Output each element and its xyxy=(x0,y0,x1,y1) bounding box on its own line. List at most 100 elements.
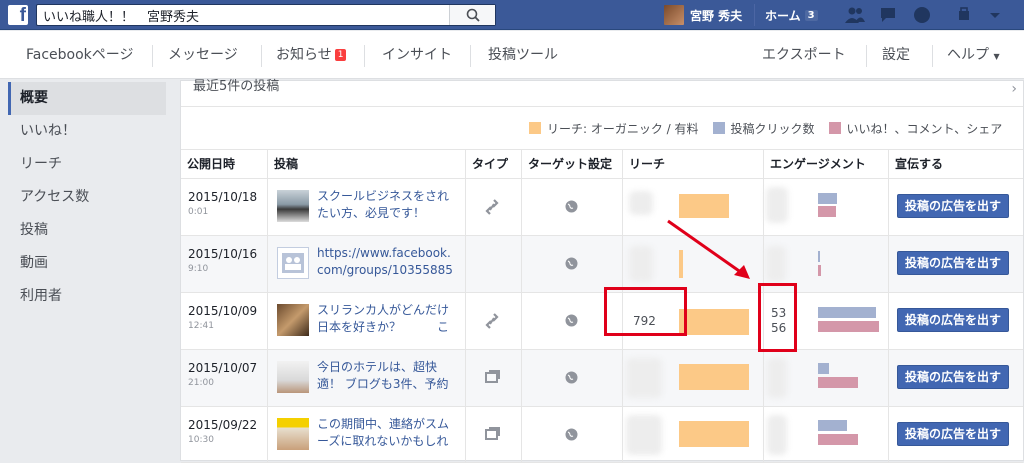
nav-divider xyxy=(866,45,867,67)
sidebar-item-reach[interactable]: リーチ xyxy=(8,148,166,181)
annotation-arrow-icon xyxy=(667,219,750,279)
friends-icon[interactable] xyxy=(845,6,865,24)
cell-divider xyxy=(181,350,268,406)
col-reach[interactable]: リーチ xyxy=(623,150,764,179)
clicks-bar xyxy=(818,193,837,204)
search-icon xyxy=(466,8,480,22)
sidebar-item-visits[interactable]: アクセス数 xyxy=(8,181,166,214)
search-box xyxy=(36,4,496,26)
col-post[interactable]: 投稿 xyxy=(268,150,466,179)
nav-help[interactable]: ヘルプ ▼ xyxy=(933,31,1014,79)
messages-icon[interactable] xyxy=(879,6,899,24)
sidebar-item-overview[interactable]: 概要 xyxy=(8,82,166,115)
nav-settings[interactable]: 設定 xyxy=(868,31,924,79)
reach-bar xyxy=(679,364,749,390)
cell-divider xyxy=(268,350,466,406)
home-link[interactable]: ホーム 3 xyxy=(754,4,818,26)
engagement-bar xyxy=(818,265,821,276)
insights-sidebar: 概要 いいね！ リーチ アクセス数 投稿 動画 利用者 xyxy=(0,80,168,461)
cell-divider xyxy=(268,407,466,463)
col-type[interactable]: タイプ xyxy=(466,150,522,179)
top-bar: f 宮野 秀夫 ホーム 3 xyxy=(0,0,1024,30)
chevron-down-icon[interactable] xyxy=(988,6,1002,24)
boost-post-button[interactable]: 投稿の広告を出す xyxy=(897,365,1009,389)
table-row: 2015/10/09 12:41 スリランカ人がどんだけ日本を好きか？ こ 79… xyxy=(181,293,1023,350)
col-targeting[interactable]: ターゲット設定 xyxy=(522,150,623,179)
cell-divider xyxy=(466,236,522,292)
legend-swatch xyxy=(529,122,541,134)
blurred-engagement-value xyxy=(766,246,786,282)
legend-engagement: いいね！、コメント、シェア xyxy=(828,120,1003,137)
search-button[interactable] xyxy=(449,5,495,25)
legend-label: 投稿クリック数 xyxy=(730,121,815,136)
blurred-reach-value xyxy=(626,415,662,455)
boost-post-button[interactable]: 投稿の広告を出す xyxy=(897,194,1009,218)
home-count-badge: 3 xyxy=(804,9,818,21)
nav-publishing-tools[interactable]: 投稿ツール xyxy=(474,31,572,79)
cell-divider xyxy=(522,179,623,235)
cell-divider xyxy=(181,407,268,463)
nav-facebook-page[interactable]: Facebookページ xyxy=(12,31,148,79)
home-label: ホーム xyxy=(765,8,801,23)
page-nav: Facebookページ メッセージ お知らせ 1 インサイト 投稿ツール エクスポ… xyxy=(0,31,1024,79)
notification-badge: 1 xyxy=(334,49,347,61)
col-engagement[interactable]: エンゲージメント xyxy=(764,150,889,179)
cell-divider xyxy=(466,407,522,463)
col-promote: 宣伝する xyxy=(895,157,944,171)
cell-divider xyxy=(466,179,522,235)
blurred-engagement-value xyxy=(767,415,787,455)
nav-messages[interactable]: メッセージ xyxy=(154,31,252,79)
col-published[interactable]: 公開日時 xyxy=(181,150,268,179)
nav-divider xyxy=(470,45,471,67)
blurred-engagement-value xyxy=(766,187,788,223)
cell-divider xyxy=(268,179,466,235)
nav-notifications[interactable]: お知らせ 1 xyxy=(262,31,360,79)
legend-swatch xyxy=(828,122,841,134)
search-input[interactable] xyxy=(37,5,447,25)
profile-link[interactable]: 宮野 秀夫 xyxy=(664,4,742,26)
settings-icon[interactable] xyxy=(956,6,976,24)
blurred-reach-value xyxy=(629,246,653,282)
annotation-box-engagement xyxy=(758,283,797,352)
boost-post-button[interactable]: 投稿の広告を出す xyxy=(897,308,1009,332)
nav-divider xyxy=(152,45,153,67)
caret-down-icon: ▼ xyxy=(993,52,1000,61)
chart-legend: リーチ: オーガニック / 有料 投稿クリック数 いいね！、コメント、シェア xyxy=(529,119,1016,137)
blurred-reach-value xyxy=(629,191,653,215)
nav-notifications-label: お知らせ xyxy=(276,47,332,63)
blurred-reach-value xyxy=(626,358,662,398)
legend-swatch xyxy=(712,122,725,134)
cell-divider xyxy=(522,407,623,463)
sidebar-item-people[interactable]: 利用者 xyxy=(8,280,166,313)
cell-divider xyxy=(522,236,623,292)
nav-help-label: ヘルプ xyxy=(947,47,989,63)
sidebar-item-videos[interactable]: 動画 xyxy=(8,247,166,280)
clicks-bar xyxy=(818,307,876,318)
legend-reach: リーチ: オーガニック / 有料 xyxy=(529,120,699,137)
globe-icon[interactable] xyxy=(912,6,932,24)
chevron-right-icon[interactable]: › xyxy=(1011,81,1017,97)
facebook-logo-icon[interactable]: f xyxy=(8,5,28,26)
table-row: 2015/10/18 0:01 スクールビジネスをされたい方、必見です！ 投稿の… xyxy=(181,179,1023,236)
sidebar-item-likes[interactable]: いいね！ xyxy=(8,115,166,148)
cell-divider xyxy=(466,350,522,406)
nav-export[interactable]: エクスポート xyxy=(748,31,860,79)
profile-name: 宮野 秀夫 xyxy=(690,8,743,23)
engagement-bar xyxy=(818,206,836,217)
avatar xyxy=(664,5,684,25)
panel-header: 最近5件の投稿 › xyxy=(181,79,1023,107)
cell-divider xyxy=(522,350,623,406)
reach-bar xyxy=(679,421,749,447)
nav-insights[interactable]: インサイト xyxy=(368,31,466,79)
sidebar-item-posts[interactable]: 投稿 xyxy=(8,214,166,247)
boost-post-button[interactable]: 投稿の広告を出す xyxy=(897,422,1009,446)
panel-title: 最近5件の投稿 xyxy=(193,79,280,94)
cell-divider xyxy=(181,293,268,349)
boost-post-button[interactable]: 投稿の広告を出す xyxy=(897,251,1009,275)
legend-label: いいね！、コメント、シェア xyxy=(846,121,1003,136)
nav-divider xyxy=(364,45,365,67)
engagement-bar xyxy=(818,434,858,445)
table-row: 2015/10/07 21:00 今日のホテルは、超快適！ ブログも3件、予約 … xyxy=(181,350,1023,407)
cell-divider xyxy=(466,293,522,349)
clicks-bar xyxy=(818,251,820,262)
